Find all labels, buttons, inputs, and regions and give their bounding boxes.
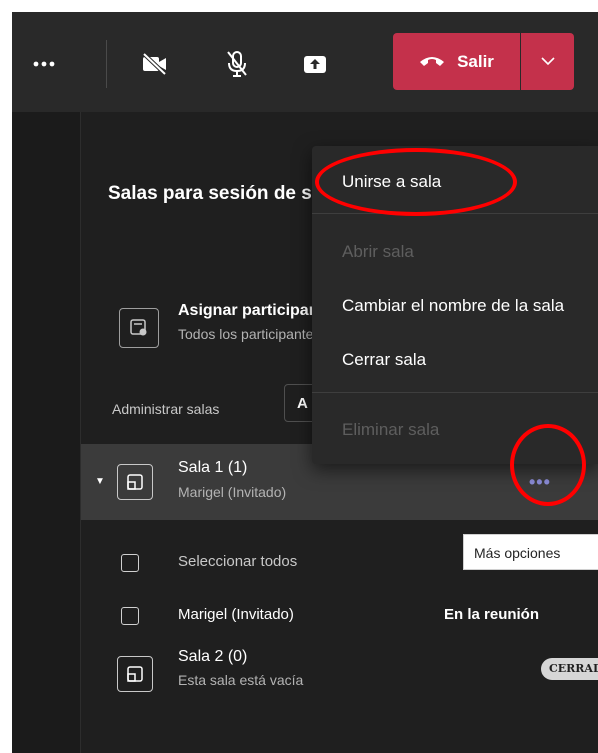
- room-name: Sala 2 (0): [178, 648, 248, 665]
- participant-status: En la reunión: [444, 606, 540, 623]
- leave-options-button[interactable]: [521, 33, 574, 90]
- caret-down-icon[interactable]: ▼: [95, 476, 105, 487]
- share-screen-icon[interactable]: [293, 42, 337, 86]
- select-all-checkbox[interactable]: [121, 554, 139, 572]
- more-horizontal-icon[interactable]: [22, 42, 66, 86]
- room-icon: [117, 656, 153, 692]
- menu-divider: [312, 392, 598, 393]
- more-options-tooltip: Más opciones: [463, 534, 598, 570]
- participant-name: Marigel (Invitado): [178, 606, 294, 623]
- more-options-icon[interactable]: •••: [529, 472, 551, 493]
- menu-divider: [312, 213, 598, 214]
- room-subtitle: Esta sala está vacía: [178, 672, 304, 688]
- room-context-menu: Unirse a sala Abrir sala Cambiar el nomb…: [312, 146, 598, 464]
- status-badge: CERRADA: [541, 658, 598, 680]
- room-icon: [117, 464, 153, 500]
- toolbar-separator: [106, 40, 107, 88]
- camera-off-icon[interactable]: [133, 42, 177, 86]
- leave-label: Salir: [457, 51, 494, 71]
- hang-up-icon: [419, 52, 445, 72]
- menu-item-close-room[interactable]: Cerrar sala: [342, 350, 426, 370]
- select-all-label: Seleccionar todos: [178, 553, 298, 570]
- meeting-toolbar: Salir: [12, 12, 598, 112]
- participant-checkbox[interactable]: [121, 607, 139, 625]
- menu-item-rename-room[interactable]: Cambiar el nombre de la sala: [342, 296, 564, 316]
- leave-button[interactable]: Salir: [393, 33, 520, 90]
- menu-item-delete-room: Eliminar sala: [342, 420, 440, 439]
- assign-participants-subtitle: Todos los participantes: [178, 326, 321, 342]
- room-name: Sala 1 (1): [178, 459, 248, 476]
- mic-off-icon[interactable]: [215, 42, 259, 86]
- menu-item-join-room[interactable]: Unirse a sala: [342, 172, 441, 192]
- room-subtitle: Marigel (Invitado): [178, 484, 287, 500]
- teams-window: Salir Salas para sesión de subgrupo Asig…: [12, 12, 598, 753]
- assign-participants-icon: [119, 308, 159, 348]
- menu-item-open-room: Abrir sala: [342, 242, 414, 261]
- stage-left-strip: [12, 112, 81, 753]
- chevron-down-icon: [540, 53, 555, 71]
- manage-rooms-label: Administrar salas: [112, 401, 220, 417]
